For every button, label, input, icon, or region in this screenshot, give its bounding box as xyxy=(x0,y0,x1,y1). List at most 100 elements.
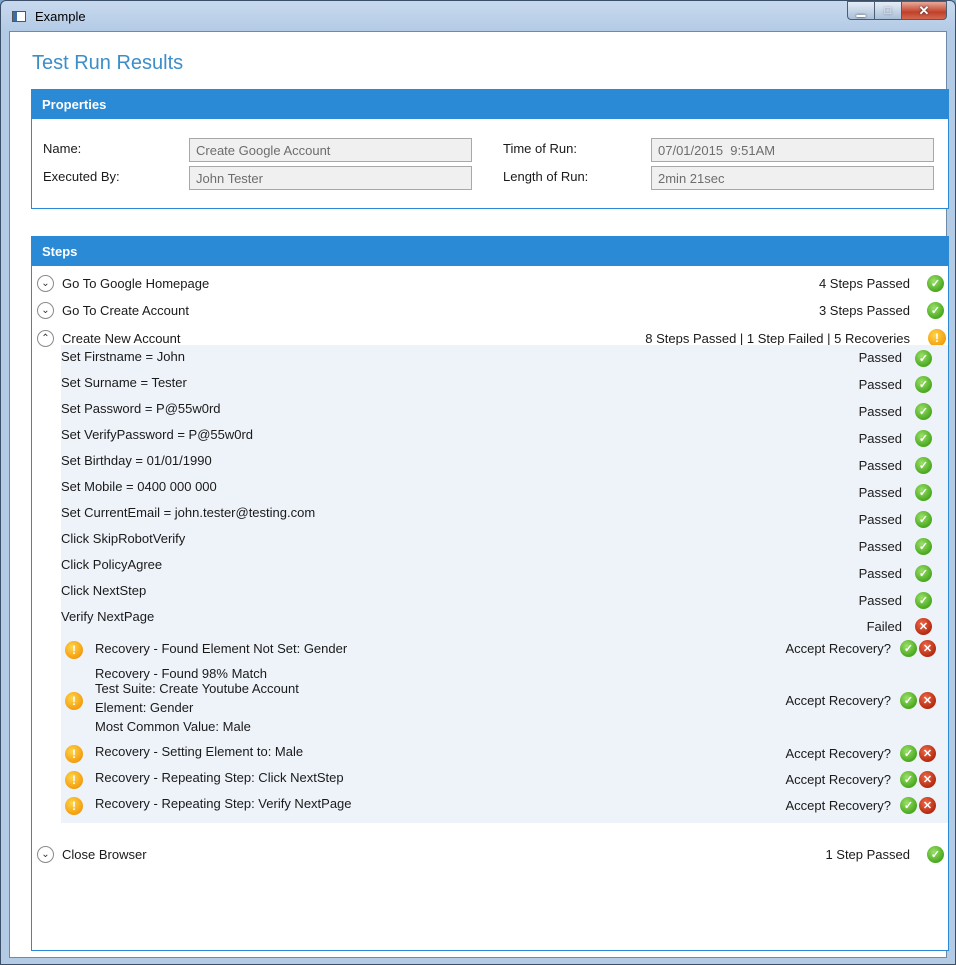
substep-row: Set Firstname = John Passed ✓ xyxy=(61,349,948,371)
accept-recovery-label: Accept Recovery? xyxy=(785,798,892,813)
check-icon: ✓ xyxy=(915,484,932,501)
time-of-run-field[interactable] xyxy=(651,138,934,162)
step-group-status: 3 Steps Passed xyxy=(818,303,910,318)
steps-header: Steps xyxy=(32,237,948,266)
substep-status: Passed xyxy=(858,485,902,500)
name-label: Name: xyxy=(43,141,82,156)
minimize-button[interactable]: ▁ xyxy=(847,1,874,20)
properties-panel: Properties Name: Executed By: Time of Ru… xyxy=(31,89,949,209)
substep-label: Set CurrentEmail = john.tester@testing.c… xyxy=(61,505,316,520)
accept-recovery-button[interactable]: ✓ xyxy=(900,640,917,657)
recovery-row: ! Recovery - Setting Element to: Male Ac… xyxy=(61,743,948,765)
step-group-status: 8 Steps Passed | 1 Step Failed | 5 Recov… xyxy=(645,331,910,346)
substep-status: Passed xyxy=(858,431,902,446)
substep-row: Set VerifyPassword = P@55w0rd Passed ✓ xyxy=(61,427,948,449)
page-title: Test Run Results xyxy=(32,52,184,74)
reject-recovery-button[interactable]: ✕ xyxy=(919,771,936,788)
substep-status: Passed xyxy=(858,593,902,608)
accept-recovery-button[interactable]: ✓ xyxy=(900,797,917,814)
substep-status: Passed xyxy=(858,377,902,392)
recovery-label: Recovery - Repeating Step: Click NextSte… xyxy=(95,770,344,785)
step-group-row[interactable]: ⌄ Go To Create Account 3 Steps Passed ✓ xyxy=(32,300,948,322)
recovery-detail: Test Suite: Create Youtube Account xyxy=(95,681,299,696)
recovery-row: ! Recovery - Found Element Not Set: Gend… xyxy=(61,639,948,661)
recovery-row: ! Recovery - Repeating Step: Click NextS… xyxy=(61,769,948,791)
maximize-button[interactable]: □ xyxy=(874,1,901,20)
minimize-icon: ▁ xyxy=(856,5,866,17)
substep-row: Click SkipRobotVerify Passed ✓ xyxy=(61,531,948,555)
substep-label: Set VerifyPassword = P@55w0rd xyxy=(61,427,254,442)
substep-row: Set CurrentEmail = john.tester@testing.c… xyxy=(61,505,948,528)
accept-recovery-button[interactable]: ✓ xyxy=(900,692,917,709)
maximize-icon: □ xyxy=(884,4,892,17)
check-icon: ✓ xyxy=(915,511,932,528)
executed-by-label: Executed By: xyxy=(43,169,120,184)
check-icon: ✓ xyxy=(915,430,932,447)
step-group-label: Go To Google Homepage xyxy=(62,276,210,291)
recovery-label: Recovery - Setting Element to: Male xyxy=(95,744,304,759)
accept-recovery-button[interactable]: ✓ xyxy=(900,745,917,762)
substep-status: Passed xyxy=(858,458,902,473)
window-controls: ▁ □ ✕ xyxy=(847,1,947,21)
length-of-run-field[interactable] xyxy=(651,166,934,190)
accept-recovery-label: Accept Recovery? xyxy=(785,746,892,761)
substep-row: Click NextStep Passed ✓ xyxy=(61,583,948,609)
chevron-up-icon[interactable]: ⌃ xyxy=(37,330,54,347)
time-of-run-label: Time of Run: xyxy=(503,141,577,156)
substep-label: Click NextStep xyxy=(61,583,147,598)
substep-label: Click SkipRobotVerify xyxy=(61,531,186,546)
substep-row: Set Surname = Tester Passed ✓ xyxy=(61,375,948,397)
substep-label: Verify NextPage xyxy=(61,609,155,624)
executed-by-field[interactable] xyxy=(189,166,472,190)
substep-label: Set Mobile = 0400 000 000 xyxy=(61,479,217,494)
reject-recovery-button[interactable]: ✕ xyxy=(919,692,936,709)
check-icon: ✓ xyxy=(915,538,932,555)
app-icon xyxy=(12,11,26,22)
window-title: Example xyxy=(35,9,86,24)
chevron-down-icon[interactable]: ⌄ xyxy=(37,275,54,292)
steps-panel: Steps ⌄ Go To Google Homepage 4 Steps Pa… xyxy=(31,236,949,951)
recovery-row: ! Recovery - Repeating Step: Verify Next… xyxy=(61,795,948,817)
substep-label: Set Firstname = John xyxy=(61,349,185,364)
step-group-status: 1 Step Passed xyxy=(825,847,910,862)
check-icon: ✓ xyxy=(915,350,932,367)
exclamation-icon: ! xyxy=(65,641,83,659)
exclamation-icon: ! xyxy=(65,692,83,710)
chevron-down-icon[interactable]: ⌄ xyxy=(37,846,54,863)
check-icon: ✓ xyxy=(915,565,932,582)
check-icon: ✓ xyxy=(927,302,944,319)
name-field[interactable] xyxy=(189,138,472,162)
step-group-label: Go To Create Account xyxy=(62,303,189,318)
substep-row: Set Password = P@55w0rd Passed ✓ xyxy=(61,401,948,423)
check-icon: ✓ xyxy=(915,403,932,420)
close-icon: ✕ xyxy=(918,2,930,18)
properties-header: Properties xyxy=(32,90,948,119)
close-button[interactable]: ✕ xyxy=(901,1,947,20)
recovery-label: Recovery - Found Element Not Set: Gender xyxy=(95,641,348,656)
accept-recovery-button[interactable]: ✓ xyxy=(900,771,917,788)
chevron-down-icon[interactable]: ⌄ xyxy=(37,302,54,319)
step-group-row[interactable]: ⌄ Close Browser 1 Step Passed ✓ xyxy=(32,844,948,866)
substep-label: Set Birthday = 01/01/1990 xyxy=(61,453,212,468)
recovery-label: Recovery - Found 98% Match xyxy=(95,666,267,681)
substep-status: Passed xyxy=(858,350,902,365)
substep-row: Set Mobile = 0400 000 000 Passed ✓ xyxy=(61,479,948,501)
substep-label: Set Password = P@55w0rd xyxy=(61,401,221,416)
recovery-row: ! Recovery - Found 98% Match Test Suite:… xyxy=(61,665,948,737)
substep-row: Verify NextPage Failed ✕ xyxy=(61,609,948,635)
reject-recovery-button[interactable]: ✕ xyxy=(919,797,936,814)
accept-recovery-label: Accept Recovery? xyxy=(785,693,892,708)
reject-recovery-button[interactable]: ✕ xyxy=(919,640,936,657)
accept-recovery-label: Accept Recovery? xyxy=(785,641,892,656)
check-icon: ✓ xyxy=(915,592,932,609)
substep-status: Passed xyxy=(858,539,902,554)
recovery-label: Recovery - Repeating Step: Verify NextPa… xyxy=(95,796,352,811)
reject-recovery-button[interactable]: ✕ xyxy=(919,745,936,762)
length-of-run-label: Length of Run: xyxy=(503,169,589,184)
exclamation-icon: ! xyxy=(65,771,83,789)
step-group-label: Create New Account xyxy=(62,331,181,346)
step-group-row[interactable]: ⌄ Go To Google Homepage 4 Steps Passed ✓ xyxy=(32,273,948,295)
title-bar[interactable]: Example ▁ □ ✕ xyxy=(1,1,955,31)
substep-status: Failed xyxy=(866,619,902,634)
step-group-status: 4 Steps Passed xyxy=(818,276,910,291)
